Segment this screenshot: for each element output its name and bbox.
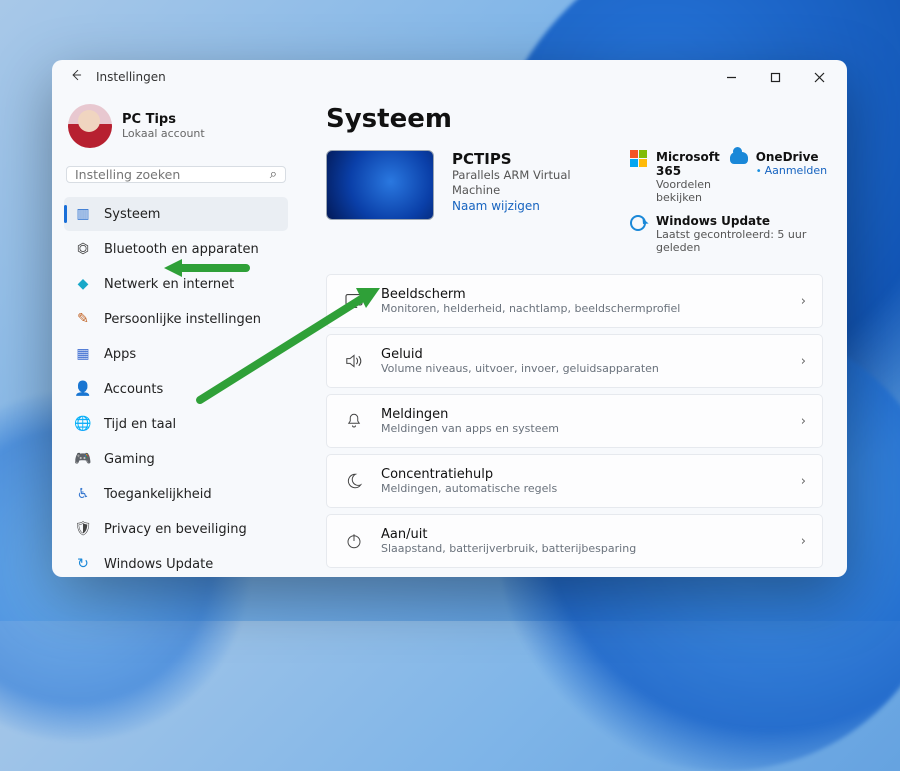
card-m365[interactable]: Microsoft 365 Voordelen bekijken: [630, 150, 720, 204]
brush-icon: ✎: [74, 311, 92, 327]
card-windows-update[interactable]: Windows Update Laatst gecontroleerd: 5 u…: [630, 214, 827, 254]
setting-focus-assist[interactable]: Concentratiehulp Meldingen, automatische…: [326, 454, 823, 508]
sidebar-item-accessibility[interactable]: ♿ Toegankelijkheid: [64, 477, 288, 511]
person-icon: 👤: [74, 381, 92, 397]
gamepad-icon: 🎮: [74, 451, 92, 467]
arrow-left-icon: [69, 68, 83, 82]
rename-link[interactable]: Naam wijzigen: [452, 199, 540, 213]
chevron-right-icon: ›: [801, 294, 806, 309]
update-icon: ↻: [74, 556, 92, 572]
accessibility-icon: ♿: [74, 486, 92, 502]
onedrive-icon: [730, 152, 748, 164]
titlebar: Instellingen: [52, 60, 847, 94]
m365-sub: Voordelen bekijken: [656, 178, 720, 204]
desktop-thumbnail[interactable]: [326, 150, 434, 220]
setting-display[interactable]: Beeldscherm Monitoren, helderheid, nacht…: [326, 274, 823, 328]
sidebar: PC Tips Lokaal account ⌕ ▥ Systeem ⏣ Blu…: [52, 94, 300, 577]
sidebar-item-label: Gaming: [104, 452, 155, 467]
bluetooth-icon: ⏣: [74, 241, 92, 257]
sidebar-item-apps[interactable]: ▦ Apps: [64, 337, 288, 371]
shield-icon: 🛡: [74, 521, 92, 537]
sidebar-item-personalization[interactable]: ✎ Persoonlijke instellingen: [64, 302, 288, 336]
windows-update-icon: [630, 215, 646, 231]
microsoft-logo-icon: [630, 150, 648, 167]
sidebar-item-label: Systeem: [104, 207, 160, 222]
sidebar-nav: ▥ Systeem ⏣ Bluetooth en apparaten ◆ Net…: [64, 197, 288, 577]
setting-sub: Monitoren, helderheid, nachtlamp, beelds…: [381, 302, 785, 315]
setting-notifications[interactable]: Meldingen Meldingen van apps en systeem …: [326, 394, 823, 448]
chevron-right-icon: ›: [801, 354, 806, 369]
sidebar-item-privacy[interactable]: 🛡 Privacy en beveiliging: [64, 512, 288, 546]
main-panel: Systeem PCTIPS Parallels ARM Virtual Mac…: [300, 94, 847, 577]
power-icon: [343, 532, 365, 550]
setting-power[interactable]: Aan/uit Slaapstand, batterijverbruik, ba…: [326, 514, 823, 568]
sidebar-item-label: Apps: [104, 347, 136, 362]
setting-sub: Meldingen, automatische regels: [381, 482, 785, 495]
search-icon: ⌕: [270, 167, 277, 182]
sidebar-item-label: Persoonlijke instellingen: [104, 312, 261, 327]
system-hero: PCTIPS Parallels ARM Virtual Machine Naa…: [326, 150, 823, 254]
pc-name: PCTIPS: [452, 150, 612, 168]
maximize-icon: [770, 72, 781, 83]
card-onedrive[interactable]: OneDrive •Aanmelden: [730, 150, 827, 204]
sidebar-item-windows-update[interactable]: ↻ Windows Update: [64, 547, 288, 577]
page-title: Systeem: [326, 104, 823, 134]
close-button[interactable]: [797, 63, 841, 91]
wu-sub: Laatst gecontroleerd: 5 uur geleden: [656, 228, 827, 254]
setting-sub: Volume niveaus, uitvoer, invoer, geluids…: [381, 362, 785, 375]
sidebar-item-system[interactable]: ▥ Systeem: [64, 197, 288, 231]
profile-name: PC Tips: [122, 112, 205, 127]
profile-sub: Lokaal account: [122, 127, 205, 140]
setting-title: Beeldscherm: [381, 287, 785, 302]
sidebar-item-label: Accounts: [104, 382, 163, 397]
sidebar-item-label: Tijd en taal: [104, 417, 176, 432]
sidebar-item-bluetooth[interactable]: ⏣ Bluetooth en apparaten: [64, 232, 288, 266]
chevron-right-icon: ›: [801, 414, 806, 429]
chevron-right-icon: ›: [801, 534, 806, 549]
setting-title: Concentratiehulp: [381, 467, 785, 482]
setting-title: Meldingen: [381, 407, 785, 422]
m365-title: Microsoft 365: [656, 150, 720, 178]
sidebar-item-accounts[interactable]: 👤 Accounts: [64, 372, 288, 406]
sidebar-item-gaming[interactable]: 🎮 Gaming: [64, 442, 288, 476]
wu-title: Windows Update: [656, 214, 827, 228]
setting-sub: Slaapstand, batterijverbruik, batterijbe…: [381, 542, 785, 555]
close-icon: [814, 72, 825, 83]
onedrive-link[interactable]: Aanmelden: [765, 164, 828, 177]
profile-block[interactable]: PC Tips Lokaal account: [64, 100, 288, 160]
moon-icon: [343, 472, 365, 490]
settings-list: Beeldscherm Monitoren, helderheid, nacht…: [326, 274, 823, 568]
sidebar-item-network[interactable]: ◆ Netwerk en internet: [64, 267, 288, 301]
wifi-icon: ◆: [74, 276, 92, 292]
minimize-button[interactable]: [709, 63, 753, 91]
sidebar-item-time[interactable]: 🌐 Tijd en taal: [64, 407, 288, 441]
setting-sound[interactable]: Geluid Volume niveaus, uitvoer, invoer, …: [326, 334, 823, 388]
sidebar-item-label: Bluetooth en apparaten: [104, 242, 259, 257]
sidebar-item-label: Toegankelijkheid: [104, 487, 212, 502]
onedrive-title: OneDrive: [756, 150, 827, 164]
setting-sub: Meldingen van apps en systeem: [381, 422, 785, 435]
chevron-right-icon: ›: [801, 474, 806, 489]
maximize-button[interactable]: [753, 63, 797, 91]
display-icon: [343, 293, 365, 309]
sidebar-item-label: Windows Update: [104, 557, 213, 572]
settings-window: Instellingen PC Tips Lokaal account ⌕: [52, 60, 847, 577]
avatar: [68, 104, 112, 148]
search-input[interactable]: [75, 167, 270, 182]
system-icon: ▥: [74, 206, 92, 222]
pc-model: Parallels ARM Virtual Machine: [452, 168, 612, 198]
sound-icon: [343, 353, 365, 369]
search-box[interactable]: ⌕: [66, 166, 286, 183]
globe-icon: 🌐: [74, 416, 92, 432]
sidebar-item-label: Netwerk en internet: [104, 277, 234, 292]
apps-icon: ▦: [74, 346, 92, 362]
setting-title: Aan/uit: [381, 527, 785, 542]
window-title: Instellingen: [96, 70, 166, 84]
bell-icon: [343, 412, 365, 430]
back-button[interactable]: [62, 68, 90, 86]
setting-title: Geluid: [381, 347, 785, 362]
sidebar-item-label: Privacy en beveiliging: [104, 522, 247, 537]
minimize-icon: [726, 72, 737, 83]
